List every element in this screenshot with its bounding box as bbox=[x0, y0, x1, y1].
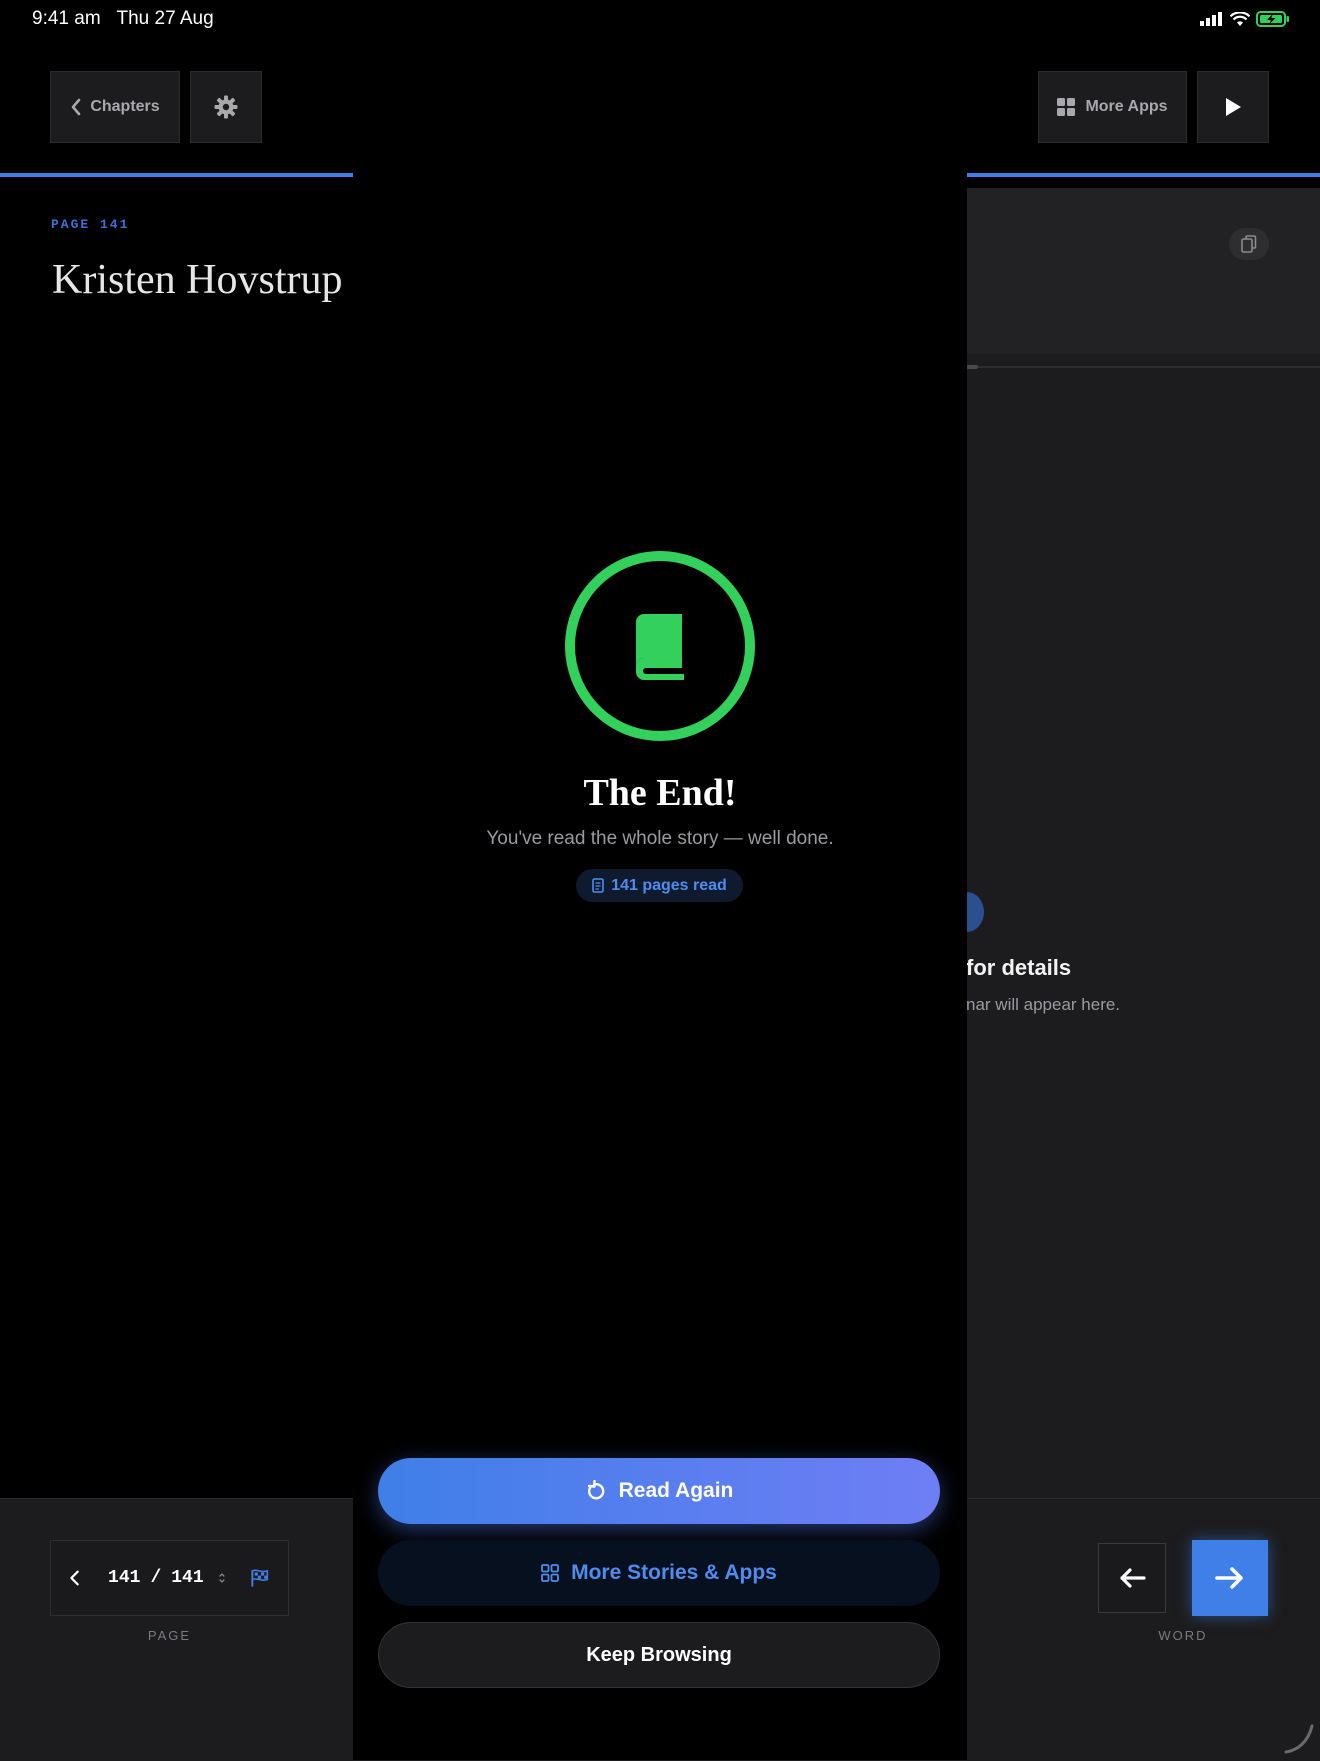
resize-corner-icon bbox=[1284, 1724, 1314, 1754]
copy-button[interactable] bbox=[1229, 228, 1269, 260]
wifi-icon bbox=[1230, 11, 1250, 26]
chevron-updown-icon bbox=[218, 1573, 225, 1583]
read-again-button[interactable]: Read Again bbox=[378, 1458, 940, 1524]
page-stepper: 141 / 141 bbox=[50, 1540, 289, 1616]
more-apps-label: More Apps bbox=[1085, 98, 1168, 115]
page-separator: / bbox=[150, 1568, 162, 1588]
pages-read-text: 141 pages read bbox=[611, 876, 727, 894]
next-word-button[interactable] bbox=[1192, 1540, 1268, 1616]
chapters-label: Chapters bbox=[90, 98, 160, 115]
chevron-left-icon bbox=[72, 98, 81, 116]
battery-icon bbox=[1256, 11, 1289, 27]
details-panel bbox=[966, 188, 1320, 1498]
gear-icon bbox=[214, 95, 238, 119]
page-caption: PAGE bbox=[147, 1628, 192, 1643]
chapters-button[interactable]: Chapters bbox=[50, 71, 180, 143]
more-stories-button[interactable]: More Stories & Apps bbox=[378, 1540, 940, 1606]
details-title: for details bbox=[966, 955, 1072, 980]
document-icon bbox=[592, 878, 604, 893]
copy-icon bbox=[1241, 235, 1257, 253]
word-caption: WORD bbox=[1158, 1628, 1208, 1643]
completion-subtitle: You've read the whole story — well done. bbox=[486, 828, 834, 849]
status-date: Thu 27 Aug bbox=[116, 8, 214, 29]
more-stories-label: More Stories & Apps bbox=[571, 1561, 777, 1584]
progress-line-left bbox=[0, 173, 354, 177]
status-time: 9:41 am bbox=[32, 8, 101, 29]
arrow-left-icon bbox=[1120, 1568, 1146, 1588]
read-again-label: Read Again bbox=[618, 1479, 734, 1502]
keep-browsing-label: Keep Browsing bbox=[586, 1643, 732, 1666]
divider bbox=[966, 366, 1320, 368]
total-pages: 141 bbox=[171, 1568, 204, 1588]
page-counter[interactable]: 141 / 141 bbox=[108, 1568, 204, 1588]
arrow-right-icon bbox=[1215, 1567, 1243, 1589]
signal-icon bbox=[1200, 12, 1222, 26]
restart-icon bbox=[587, 1480, 605, 1500]
details-panel-header bbox=[966, 188, 1320, 354]
previous-word-button[interactable] bbox=[1098, 1543, 1166, 1613]
page-title: Kristen Hovstrup bbox=[52, 257, 343, 303]
status-icons bbox=[1200, 11, 1290, 27]
play-icon bbox=[1226, 98, 1241, 116]
completion-title: The End! bbox=[583, 772, 737, 814]
finish-flag-icon[interactable] bbox=[250, 1566, 270, 1590]
completion-ring bbox=[560, 546, 760, 746]
keep-browsing-button[interactable]: Keep Browsing bbox=[378, 1622, 940, 1688]
play-button[interactable] bbox=[1197, 71, 1269, 143]
more-apps-button[interactable]: More Apps bbox=[1038, 71, 1187, 143]
resize-handle[interactable] bbox=[1280, 1720, 1316, 1756]
pages-read-badge: 141 pages read bbox=[576, 869, 743, 902]
settings-button[interactable] bbox=[190, 71, 262, 143]
grid-icon bbox=[1057, 98, 1076, 116]
progress-line-right bbox=[966, 173, 1320, 177]
previous-page-icon[interactable] bbox=[69, 1567, 80, 1589]
page-label: PAGE 141 bbox=[51, 217, 130, 232]
grid-icon bbox=[541, 1564, 560, 1582]
status-bar-time: 9:41 am Thu 27 Aug bbox=[32, 8, 214, 30]
current-page: 141 bbox=[108, 1568, 141, 1588]
book-badge-icon bbox=[565, 551, 755, 741]
details-subtitle: nar will appear here. bbox=[966, 995, 1121, 1014]
scroll-indicator bbox=[966, 365, 978, 369]
